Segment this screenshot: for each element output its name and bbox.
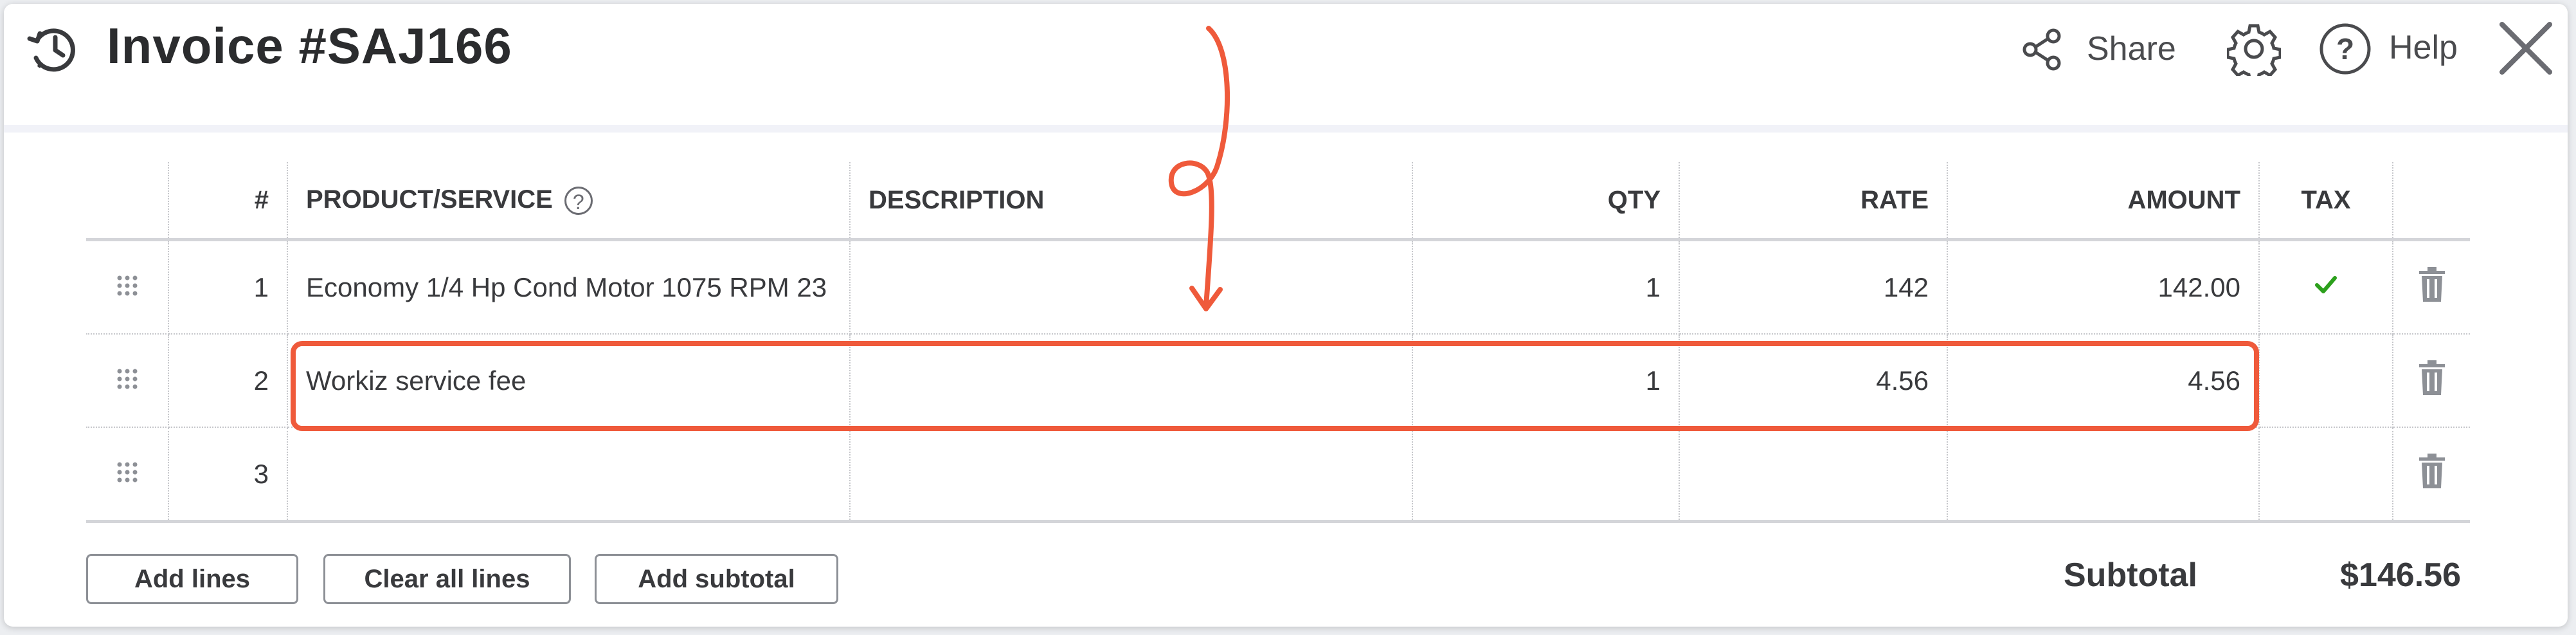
check-icon bbox=[2315, 275, 2337, 293]
table-row[interactable]: 1 Economy 1/4 Hp Cond Motor 1075 RPM 23 … bbox=[86, 239, 2470, 335]
drag-handle-icon[interactable] bbox=[114, 365, 140, 391]
col-description: DESCRIPTION bbox=[850, 162, 1413, 241]
invoice-panel: Invoice #SAJ166 Share ? Help # PRODUCT/S… bbox=[4, 4, 2568, 627]
description-cell[interactable] bbox=[850, 239, 1413, 335]
amount-cell[interactable]: 142.00 bbox=[1947, 239, 2260, 335]
qty-cell[interactable] bbox=[1412, 427, 1680, 523]
col-amount: AMOUNT bbox=[1947, 162, 2260, 241]
gear-icon[interactable] bbox=[2227, 22, 2281, 76]
table-header-row: # PRODUCT/SERVICE? DESCRIPTION QTY RATE … bbox=[86, 162, 2470, 241]
help-icon[interactable]: ? bbox=[2318, 22, 2372, 76]
subtotal-label: Subtotal bbox=[2064, 557, 2197, 594]
row-drag-cell[interactable] bbox=[86, 334, 169, 428]
drag-handle-icon[interactable] bbox=[114, 458, 140, 484]
row-drag-cell[interactable] bbox=[86, 427, 169, 523]
share-button[interactable]: Share bbox=[2087, 30, 2176, 68]
col-product-label: PRODUCT/SERVICE bbox=[306, 185, 553, 214]
drag-handle-icon[interactable] bbox=[114, 271, 140, 297]
row-number: 3 bbox=[168, 427, 288, 523]
delete-cell[interactable] bbox=[2393, 427, 2470, 523]
col-drag bbox=[86, 162, 169, 241]
col-tax: TAX bbox=[2259, 162, 2393, 241]
clear-all-lines-button[interactable]: Clear all lines bbox=[323, 554, 571, 604]
row-drag-cell[interactable] bbox=[86, 239, 169, 335]
product-help-icon[interactable]: ? bbox=[564, 187, 593, 216]
trash-icon[interactable] bbox=[2418, 453, 2446, 488]
product-cell[interactable]: Economy 1/4 Hp Cond Motor 1075 RPM 23 bbox=[287, 239, 851, 335]
col-qty: QTY bbox=[1412, 162, 1680, 241]
amount-cell[interactable] bbox=[1947, 427, 2260, 523]
arrow-annotation bbox=[1168, 26, 1230, 311]
page-title: Invoice #SAJ166 bbox=[107, 17, 512, 74]
rate-cell[interactable] bbox=[1679, 427, 1948, 523]
product-cell[interactable] bbox=[287, 427, 851, 523]
add-lines-button[interactable]: Add lines bbox=[86, 554, 298, 604]
help-glyph: ? bbox=[2336, 32, 2354, 66]
row-highlight-annotation bbox=[291, 341, 2259, 431]
row-number: 2 bbox=[168, 334, 288, 428]
add-subtotal-button[interactable]: Add subtotal bbox=[595, 554, 838, 604]
col-num: # bbox=[168, 162, 288, 241]
col-delete bbox=[2393, 162, 2470, 241]
trash-icon[interactable] bbox=[2418, 266, 2446, 302]
tax-cell[interactable] bbox=[2259, 334, 2393, 428]
subtotal-value: $146.56 bbox=[2340, 557, 2461, 594]
table-row[interactable]: 3 bbox=[86, 427, 2470, 523]
row-number: 1 bbox=[168, 239, 288, 335]
history-icon[interactable] bbox=[24, 21, 82, 78]
delete-cell[interactable] bbox=[2393, 334, 2470, 428]
col-rate: RATE bbox=[1679, 162, 1948, 241]
share-icon[interactable] bbox=[2021, 28, 2064, 71]
help-button[interactable]: Help bbox=[2389, 28, 2458, 67]
invoice-header: Invoice #SAJ166 Share ? Help bbox=[4, 4, 2568, 133]
rate-cell[interactable]: 142 bbox=[1679, 239, 1948, 335]
col-product: PRODUCT/SERVICE? bbox=[287, 162, 851, 241]
close-icon[interactable] bbox=[2498, 21, 2553, 76]
tax-cell[interactable] bbox=[2259, 427, 2393, 523]
qty-cell[interactable]: 1 bbox=[1412, 239, 1680, 335]
delete-cell[interactable] bbox=[2393, 239, 2470, 335]
description-cell[interactable] bbox=[850, 427, 1413, 523]
trash-icon[interactable] bbox=[2418, 360, 2446, 395]
tax-cell[interactable] bbox=[2259, 239, 2393, 335]
